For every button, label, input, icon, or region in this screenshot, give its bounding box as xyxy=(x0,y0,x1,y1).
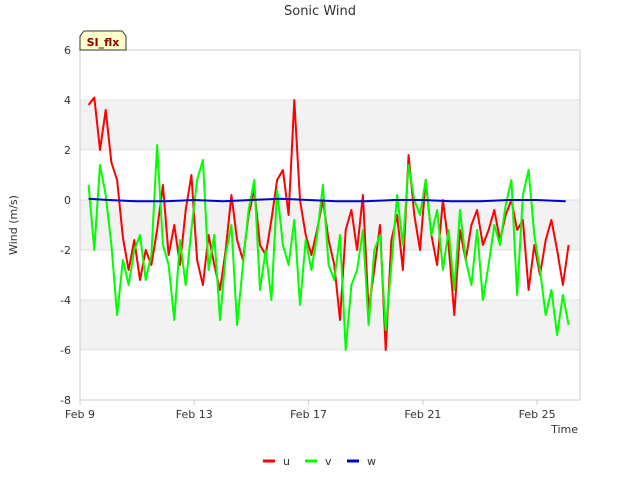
legend-label-w: w xyxy=(367,455,376,468)
x-axis-ticks: Feb 9 Feb 13 Feb 17 Feb 21 Feb 25 xyxy=(65,400,556,421)
x-tick-label: Feb 13 xyxy=(176,408,213,421)
legend-label-v: v xyxy=(325,455,332,468)
y-tick-label: 4 xyxy=(64,94,71,107)
site-badge: SI_flx xyxy=(79,30,127,51)
y-tick-label: 2 xyxy=(64,144,71,157)
chart: Sonic Wind -8 -6 -4 -2 0 2 4 6 Feb 9 Feb 13 Feb 1… xyxy=(7,4,581,468)
y-tick-label: -6 xyxy=(60,344,71,357)
plot-band xyxy=(80,300,580,350)
legend: u v w xyxy=(263,455,376,468)
plot-band xyxy=(80,100,580,150)
x-axis-label: Time xyxy=(550,423,578,436)
plot-background xyxy=(80,100,580,350)
y-tick-label: -4 xyxy=(60,294,71,307)
y-tick-label: -2 xyxy=(60,244,71,257)
x-tick-label: Feb 25 xyxy=(519,408,556,421)
y-axis-label: Wind (m/s) xyxy=(7,195,20,255)
x-tick-label: Feb 17 xyxy=(290,408,327,421)
chart-title: Sonic Wind xyxy=(284,4,356,19)
y-tick-label: -8 xyxy=(60,394,71,407)
y-tick-label: 6 xyxy=(64,44,71,57)
y-axis-ticks: -8 -6 -4 -2 0 2 4 6 xyxy=(60,44,71,407)
y-tick-label: 0 xyxy=(64,194,71,207)
x-tick-label: Feb 9 xyxy=(65,408,95,421)
x-tick-label: Feb 21 xyxy=(404,408,441,421)
legend-label-u: u xyxy=(283,455,290,468)
badge-label: SI_flx xyxy=(87,36,120,49)
